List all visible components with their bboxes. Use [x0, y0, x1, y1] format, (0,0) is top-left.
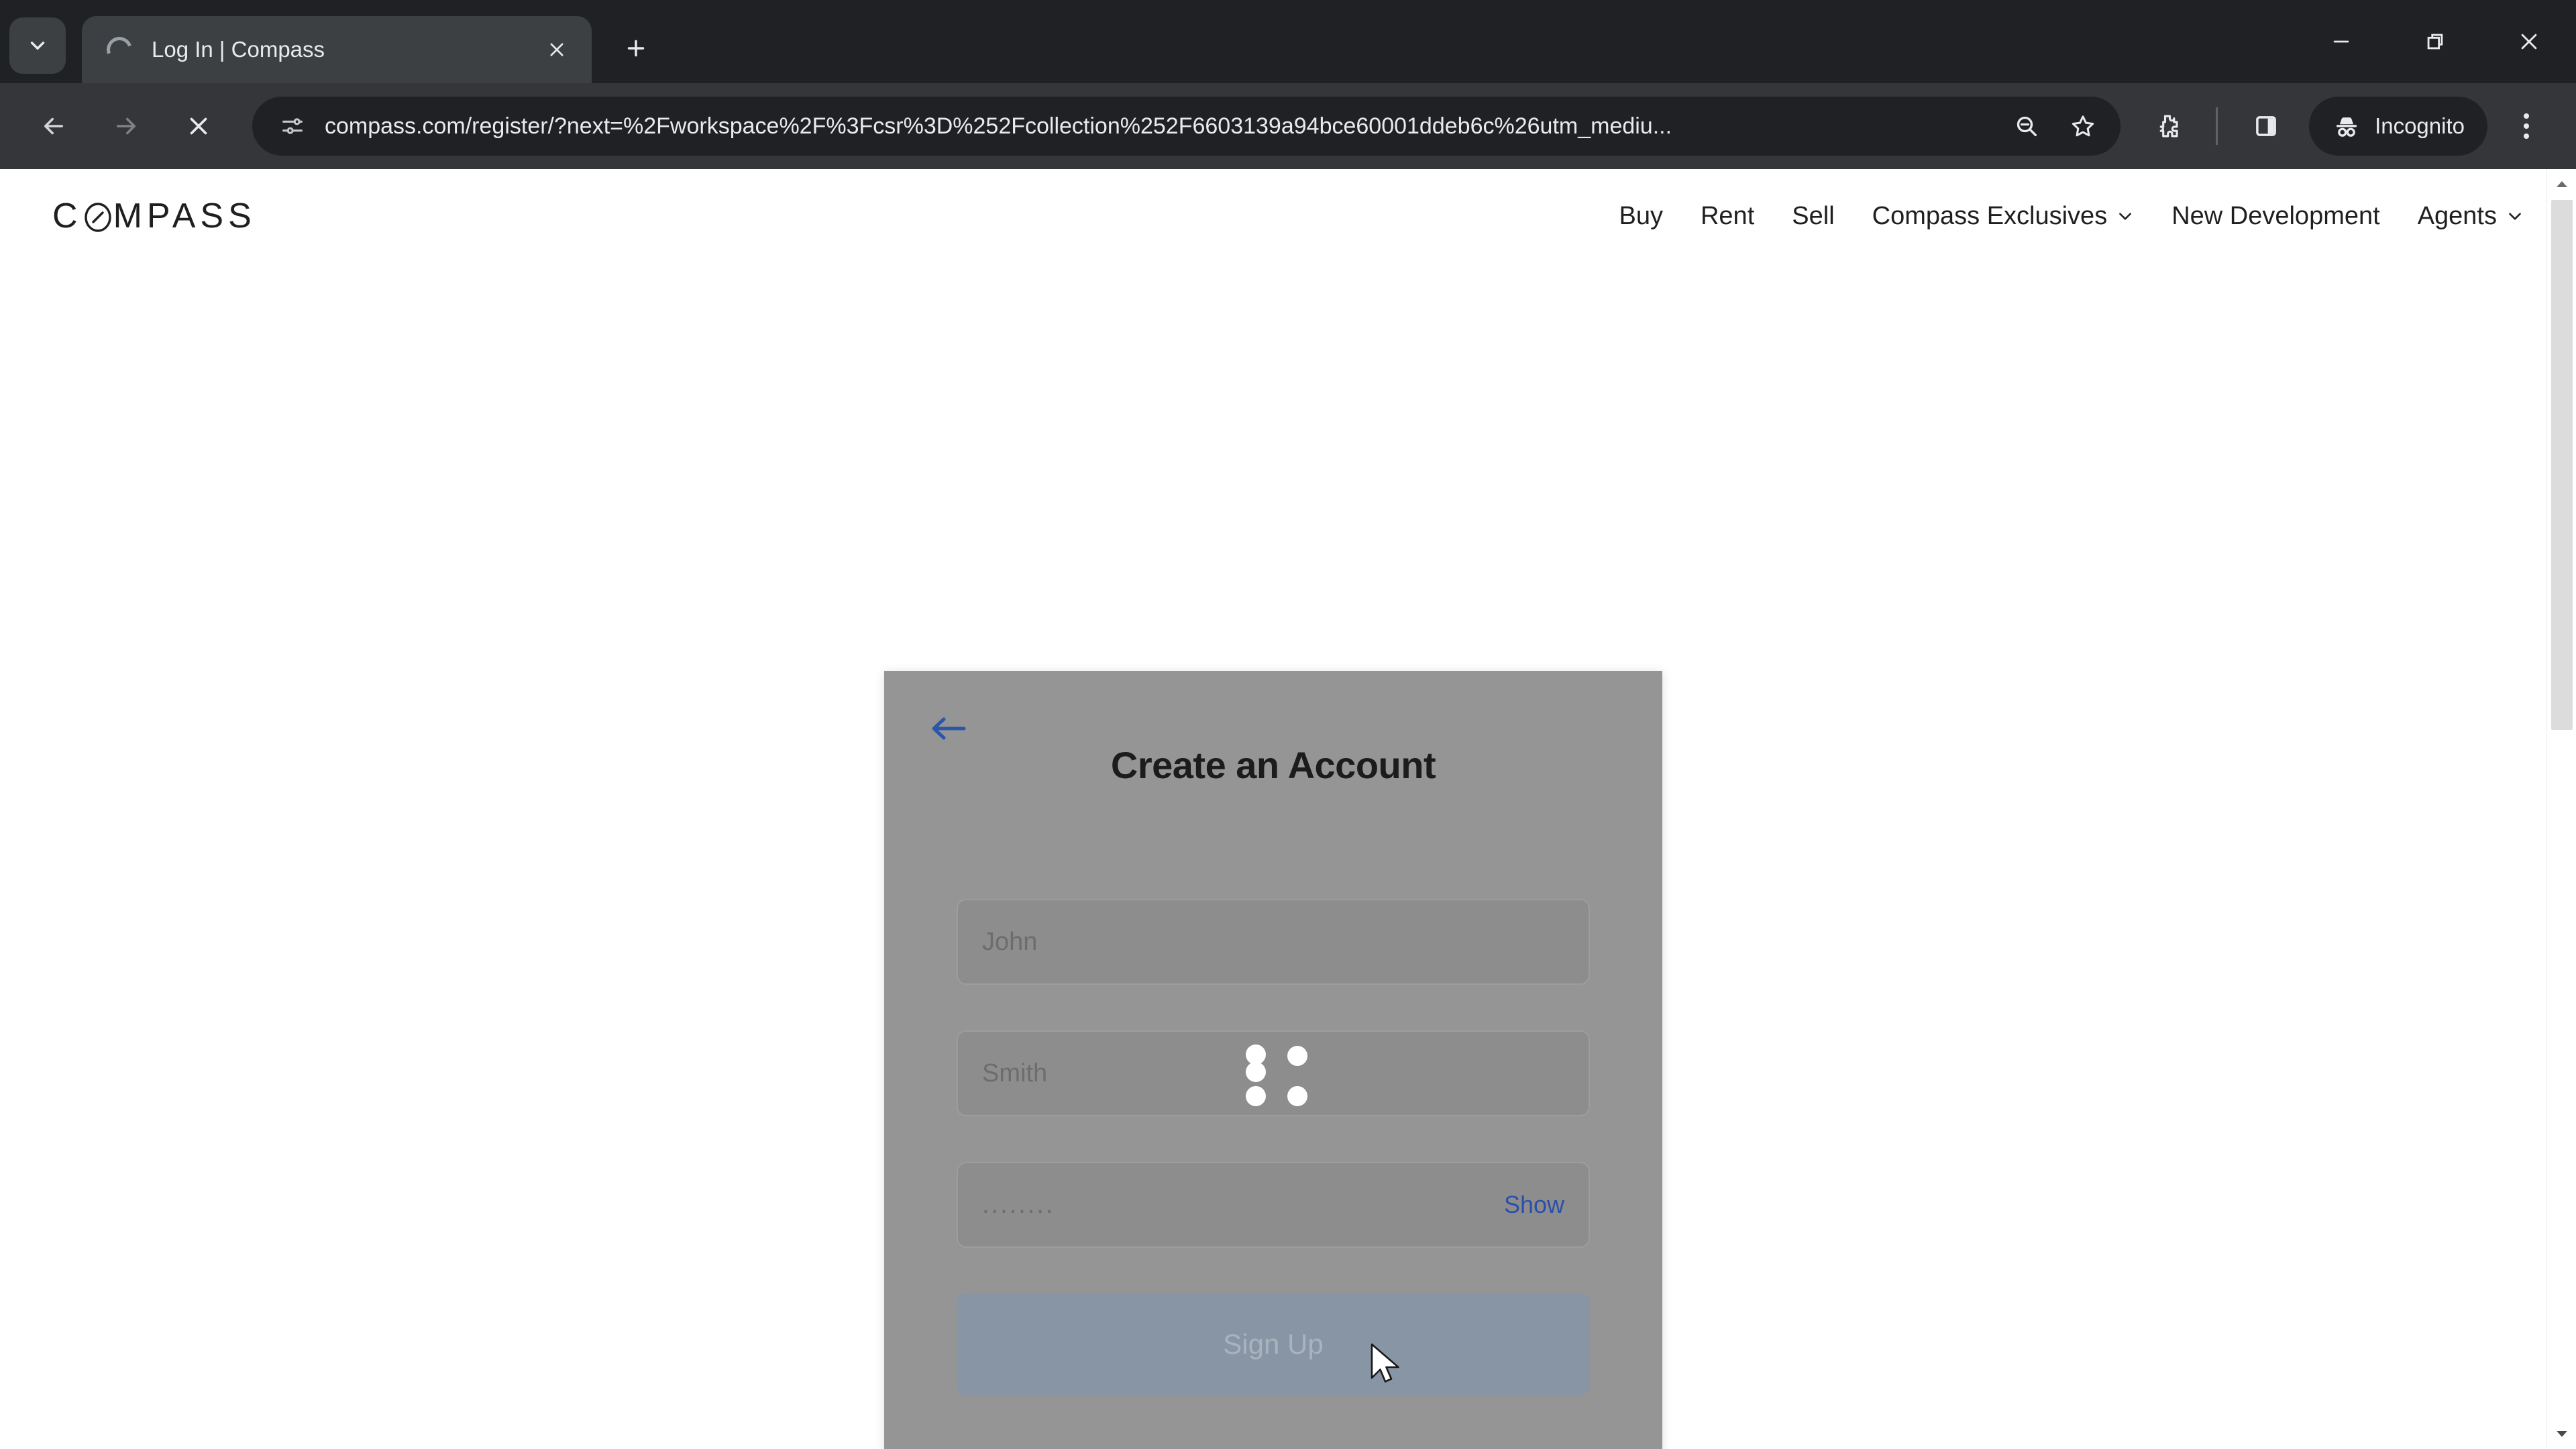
page-title: Create an Account	[1110, 744, 1436, 786]
puzzle-piece-icon	[2159, 115, 2178, 138]
tab-title: Log In | Compass	[152, 37, 325, 62]
close-icon	[2521, 34, 2537, 50]
url-text: compass.com/register/?next=%2Fworkspace%…	[325, 113, 1672, 139]
tab-close-button[interactable]	[539, 32, 574, 67]
extensions-button[interactable]	[2134, 93, 2201, 160]
address-bar[interactable]: compass.com/register/?next=%2Fworkspace%…	[252, 97, 2121, 156]
plus-icon	[627, 40, 645, 57]
last-name-field[interactable]: Smith	[957, 1030, 1590, 1116]
arrow-right-icon	[117, 117, 136, 135]
scroll-up-arrow-icon	[2557, 181, 2567, 187]
close-window-button[interactable]	[2482, 0, 2576, 83]
tune-settings-icon	[282, 118, 303, 134]
nav-label: Compass Exclusives	[1872, 201, 2108, 230]
forward-button	[90, 90, 162, 162]
scrollbar-thumb[interactable]	[2551, 200, 2573, 730]
three-dot-menu-icon[interactable]	[2494, 94, 2559, 158]
show-password-button[interactable]: Show	[1504, 1191, 1564, 1219]
arrow-left-icon	[932, 717, 966, 740]
tab-strip: Log In | Compass	[0, 0, 2576, 83]
last-name-placeholder: Smith	[982, 1059, 1048, 1087]
password-field[interactable]: ........ Show	[957, 1162, 1590, 1248]
first-name-placeholder: John	[982, 927, 1038, 956]
scroll-up-button[interactable]	[2547, 169, 2576, 199]
page-viewport: C MPASS Buy Rent Sell Compass Exclusives	[0, 169, 2576, 1449]
stop-loading-icon	[190, 117, 207, 135]
zoom-out-icon	[2017, 116, 2037, 136]
compass-needle-icon	[83, 199, 113, 233]
page-scrollbar[interactable]	[2546, 169, 2576, 1449]
nav-item-sell[interactable]: Sell	[1773, 202, 1853, 231]
nav-item-rent[interactable]: Rent	[1682, 202, 1773, 231]
nav-item-compass-exclusives[interactable]: Compass Exclusives	[1854, 202, 2153, 231]
site-info-button[interactable]	[275, 109, 310, 144]
nav-item-new-development[interactable]: New Development	[2153, 202, 2398, 231]
compass-logo[interactable]: C MPASS	[52, 196, 256, 236]
site-navigation: Buy Rent Sell Compass Exclusives New Dev…	[1601, 202, 2524, 231]
site-header: C MPASS Buy Rent Sell Compass Exclusives	[0, 169, 2576, 263]
stop-loading-button[interactable]	[162, 90, 235, 162]
create-account-modal: Create an Account John Smith ........ Sh…	[884, 671, 1662, 1449]
new-tab-button[interactable]	[610, 23, 661, 74]
incognito-label: Incognito	[2375, 113, 2465, 138]
zoom-out-button[interactable]	[2001, 101, 2052, 152]
maximize-button[interactable]	[2388, 0, 2482, 83]
nav-label: Rent	[1700, 201, 1755, 230]
back-button[interactable]	[17, 90, 90, 162]
signup-form: John Smith ........ Show Sign Up	[957, 899, 1590, 1395]
browser-window: Log In | Compass compass.com/register/?n…	[0, 0, 2576, 1449]
nav-label: Buy	[1619, 201, 1663, 230]
incognito-indicator[interactable]: Incognito	[2309, 97, 2487, 156]
chevron-down-icon	[2119, 213, 2132, 220]
nav-item-agents[interactable]: Agents	[2399, 202, 2524, 231]
nav-label: Sell	[1792, 201, 1835, 230]
sign-up-button[interactable]: Sign Up	[957, 1293, 1590, 1395]
tab-search-button[interactable]	[9, 17, 66, 74]
side-panel-button[interactable]	[2233, 93, 2300, 160]
logo-text-before: C	[52, 197, 83, 235]
minimize-button[interactable]	[2294, 0, 2388, 83]
star-icon	[2072, 115, 2094, 137]
browser-toolbar: compass.com/register/?next=%2Fworkspace%…	[0, 83, 2576, 169]
scroll-down-button[interactable]	[2547, 1419, 2576, 1449]
close-icon	[550, 43, 564, 56]
nav-label: Agents	[2417, 201, 2497, 230]
restore-icon	[2427, 34, 2443, 50]
logo-text-after: MPASS	[113, 197, 256, 235]
nav-item-buy[interactable]: Buy	[1601, 202, 1682, 231]
toolbar-divider	[2216, 107, 2218, 145]
chevron-down-icon	[2509, 213, 2521, 220]
chevron-down-icon	[30, 42, 45, 50]
window-controls	[2294, 0, 2576, 83]
first-name-field[interactable]: John	[957, 899, 1590, 985]
browser-tab[interactable]: Log In | Compass	[82, 16, 592, 83]
arrow-left-icon	[44, 117, 63, 135]
loading-spinner-icon	[102, 32, 137, 67]
side-panel-icon	[2256, 116, 2276, 136]
minimize-icon	[2333, 40, 2349, 43]
bookmark-button[interactable]	[2057, 101, 2108, 152]
nav-label: New Development	[2171, 201, 2380, 230]
password-placeholder: ........	[982, 1190, 1055, 1219]
dots-loading-spinner-icon	[1244, 1044, 1307, 1106]
scroll-down-arrow-icon	[2557, 1431, 2567, 1437]
incognito-spy-icon	[2337, 117, 2357, 137]
